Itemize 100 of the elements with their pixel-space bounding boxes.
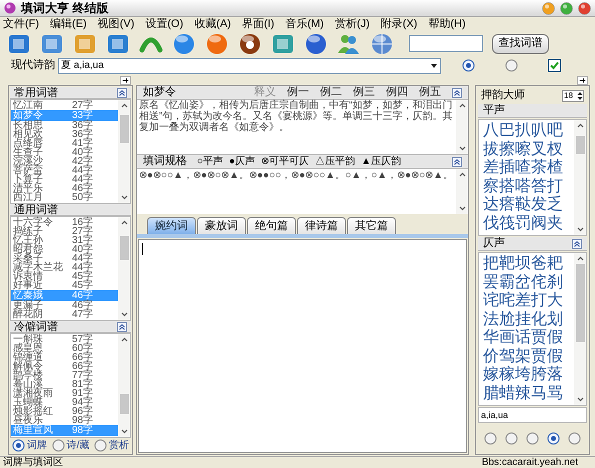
tune-list-item[interactable]: 减字木兰花 44字	[11, 263, 118, 272]
scroll-down-icon[interactable]	[576, 397, 584, 402]
menu-item[interactable]: 文件(F)	[3, 18, 40, 30]
scrollbar-thumb[interactable]	[120, 115, 128, 144]
close-button[interactable]	[578, 2, 591, 14]
collapse-icon[interactable]	[117, 88, 127, 98]
scrollbar-thumb[interactable]	[576, 136, 584, 154]
tune-list-item[interactable]: 感皇恩 60字	[11, 344, 118, 353]
tune-list-item[interactable]: 卜算子 44字	[11, 175, 118, 184]
menu-item[interactable]: 视图(V)	[98, 18, 134, 30]
sphere-icon[interactable]	[172, 32, 196, 56]
radio-label[interactable]: 词牌	[27, 440, 47, 452]
tune-list-item[interactable]: 潇湘夜雨 91字	[11, 389, 118, 398]
tune-list-item[interactable]: 西江月 50字	[11, 193, 118, 202]
example-tab[interactable]: 例三	[353, 84, 375, 101]
tune-list-item[interactable]: 采桑子 44字	[11, 254, 118, 263]
tune-list-item[interactable]: 忆王孙 31字	[11, 236, 118, 245]
checkbox[interactable]	[548, 59, 561, 72]
radio-button[interactable]	[526, 432, 539, 444]
menu-item[interactable]: 收藏(A)	[194, 18, 231, 30]
rhyme-field[interactable]: a,ia,ua	[478, 407, 587, 423]
search-button[interactable]: 查找词谱	[492, 34, 549, 54]
radio-button[interactable]	[484, 432, 497, 444]
sphere-icon[interactable]	[304, 32, 328, 56]
tune-list-item[interactable]: 点绛唇 41字	[11, 139, 118, 148]
tune-list-item[interactable]: 醉花阴 47字	[11, 310, 118, 319]
radio-button[interactable]	[568, 432, 581, 444]
radio-button[interactable]	[505, 432, 518, 444]
tune-list-item[interactable]: 昼夜乐 98字	[11, 416, 118, 425]
scroll-up-icon[interactable]	[120, 220, 128, 225]
menu-item[interactable]: 界面(I)	[242, 18, 274, 30]
scroll-down-icon[interactable]	[458, 206, 466, 211]
radio-button[interactable]	[12, 439, 25, 452]
menu-item[interactable]: 编辑(E)	[50, 18, 87, 30]
scroll-up-icon[interactable]	[458, 103, 466, 108]
example-tab[interactable]: 例二	[320, 84, 342, 101]
tune-list-item[interactable]: 一斛珠 57字	[11, 335, 118, 344]
menu-item[interactable]: 音乐(M)	[285, 18, 324, 30]
scrollbar-thumb[interactable]	[576, 264, 584, 342]
maximize-button[interactable]	[560, 2, 573, 14]
menu-item[interactable]: 设置(O)	[145, 18, 184, 30]
collapse-icon[interactable]	[452, 88, 462, 98]
scroll-down-icon[interactable]	[458, 146, 466, 151]
menu-item[interactable]: 帮助(H)	[428, 18, 466, 30]
radio-button[interactable]	[94, 439, 107, 452]
editor-tab[interactable]: 绝句篇	[247, 217, 296, 234]
scroll-up-icon[interactable]	[120, 337, 128, 342]
tune-list-item[interactable]: 诉衷情 45字	[11, 272, 118, 281]
search-field[interactable]	[409, 35, 483, 52]
scroll-down-icon[interactable]	[576, 227, 584, 232]
radio-button[interactable]	[505, 59, 518, 72]
tune-list-item[interactable]: 锦缠道 66字	[11, 353, 118, 362]
rhyme-dropdown[interactable]: 夏 a,ia,ua	[58, 58, 441, 74]
radio-button[interactable]	[462, 59, 475, 72]
radio-label[interactable]: 诗/藏	[66, 440, 90, 452]
tune-list-item[interactable]: 浣溪沙 42字	[11, 157, 118, 166]
scroll-up-icon[interactable]	[576, 256, 584, 261]
menu-item[interactable]: 附录(X)	[380, 18, 418, 30]
tune-list-item[interactable]: 清平乐 46字	[11, 184, 118, 193]
scroll-up-icon[interactable]	[458, 172, 466, 177]
radio-label[interactable]: 赏析	[109, 440, 129, 452]
editor-tab[interactable]: 律诗篇	[297, 217, 346, 234]
tune-list-item[interactable]: 生查子 40字	[11, 148, 118, 157]
tune-list-item[interactable]: 解佩令 66字	[11, 362, 118, 371]
scroll-up-icon[interactable]	[576, 123, 584, 128]
scroll-down-icon[interactable]	[120, 195, 128, 200]
tune-list-item[interactable]: 蓦山溪 81字	[11, 380, 118, 389]
tune-list-item[interactable]: 长相思 36字	[11, 121, 118, 130]
tune-list-item[interactable]: 好事近 45字	[11, 281, 118, 290]
font-size-spinner[interactable]: 18	[562, 90, 584, 102]
example-tab[interactable]: 例四	[386, 84, 408, 101]
collapse-icon[interactable]	[117, 322, 127, 332]
editor-tab[interactable]: 豪放词	[197, 217, 246, 234]
tune-list-item[interactable]: 更漏子 46字	[11, 301, 118, 310]
pin-icon[interactable]	[120, 76, 131, 85]
tune-list-item[interactable]: 十六字令 16字	[11, 218, 118, 227]
scrollbar-thumb[interactable]	[120, 394, 128, 414]
editor-tab[interactable]: 婉约词	[147, 217, 196, 234]
minimize-button[interactable]	[542, 2, 555, 14]
tune-list-item[interactable]: 菩萨蛮 44字	[11, 166, 118, 175]
example-tab[interactable]: 例一	[287, 84, 309, 101]
scroll-down-icon[interactable]	[120, 312, 128, 317]
ring-icon[interactable]	[238, 32, 262, 56]
scrollbar-thumb[interactable]	[120, 236, 128, 260]
editor-tab[interactable]: 其它篇	[347, 217, 396, 234]
tune-list-item[interactable]: 烛影摇红 96字	[11, 407, 118, 416]
radio-button[interactable]	[52, 439, 65, 452]
scroll-up-icon[interactable]	[120, 103, 128, 108]
collapse-icon[interactable]	[572, 238, 582, 248]
sphere-icon[interactable]	[205, 32, 229, 56]
tune-list-item[interactable]: 忆江南 27字	[11, 101, 118, 110]
tune-list-item[interactable]: 昭君怨 40字	[11, 245, 118, 254]
tune-list-item[interactable]: 捣练子 27字	[11, 227, 118, 236]
spinner-arrows-icon[interactable]	[577, 90, 583, 100]
radio-button[interactable]	[547, 432, 560, 444]
tune-list-item[interactable]: 鹊亭楼 77字	[11, 371, 118, 380]
collapse-icon[interactable]	[452, 156, 462, 166]
pin-icon[interactable]	[577, 76, 588, 85]
globe-icon[interactable]	[370, 32, 394, 56]
scroll-down-icon[interactable]	[120, 429, 128, 434]
